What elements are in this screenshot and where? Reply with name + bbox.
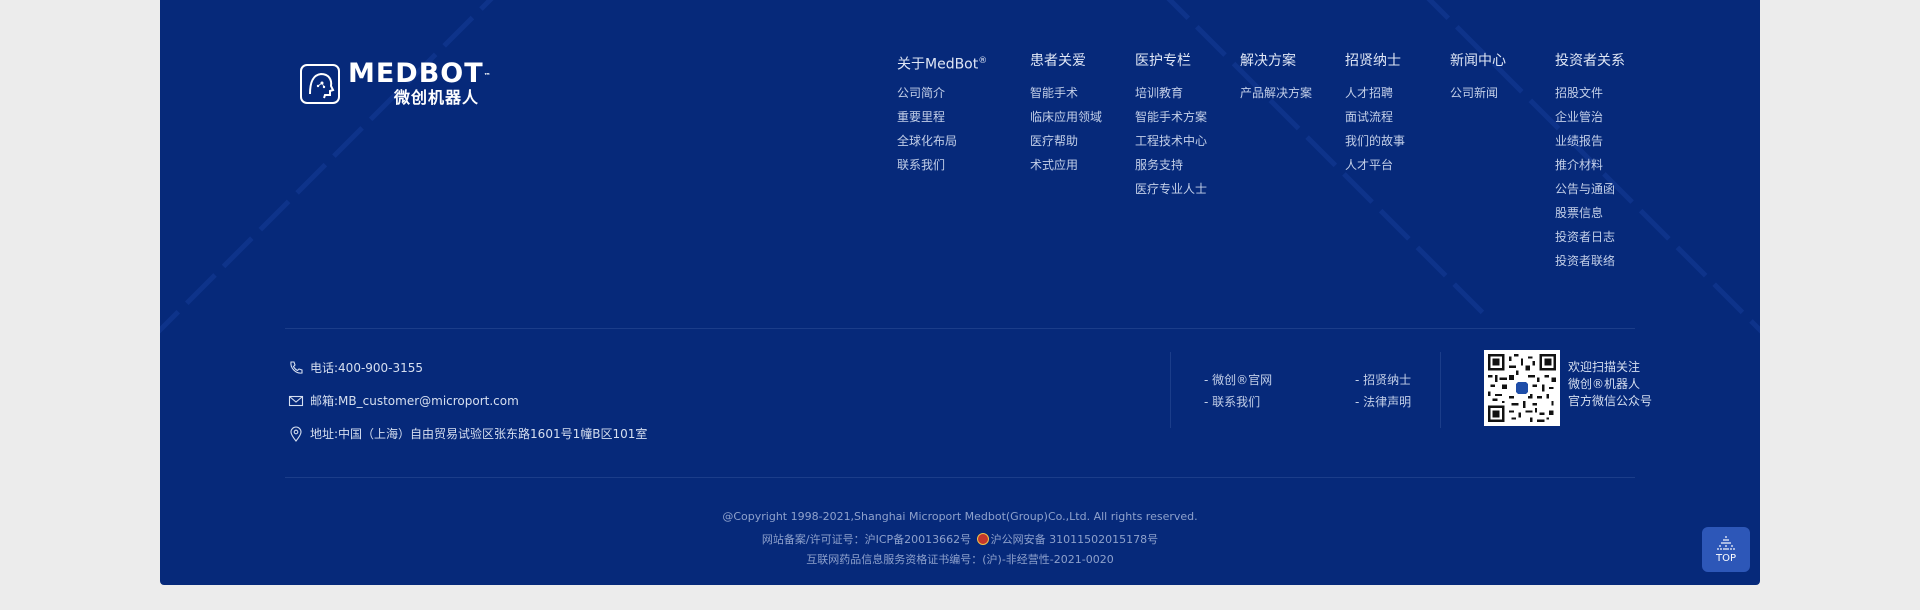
nav-link[interactable]: 投资者日志	[1555, 229, 1625, 245]
mail-icon	[288, 395, 304, 406]
nav-column-careers: 招贤纳士 人才招聘 面试流程 我们的故事 人才平台	[1345, 52, 1405, 181]
phone-number: 电话:400-900-3155	[310, 361, 424, 375]
nav-link[interactable]: 术式应用	[1030, 157, 1102, 173]
site-footer: MEDBOT ™ 微创机器人 关于MedBot® 公司简介 重要里程 全球化布局 …	[160, 0, 1760, 585]
nav-link[interactable]: 产品解决方案	[1240, 85, 1312, 101]
nav-title-investors[interactable]: 投资者关系	[1555, 52, 1625, 70]
icp-license-link[interactable]: 网站备案/许可证号：沪ICP备20013662号	[762, 533, 971, 546]
wechat-qr-code	[1484, 350, 1560, 426]
wechat-follow-text: 欢迎扫描关注 微创®机器人 官方微信公众号	[1568, 360, 1653, 408]
divider	[1440, 352, 1441, 428]
logo-brand-cn: 微创机器人	[394, 88, 480, 107]
nav-title-news[interactable]: 新闻中心	[1450, 52, 1506, 70]
nav-link[interactable]: 培训教育	[1135, 85, 1207, 101]
nav-column-about: 关于MedBot® 公司简介 重要里程 全球化布局 联系我们	[897, 52, 987, 181]
nav-link[interactable]: 服务支持	[1135, 157, 1207, 173]
nav-link[interactable]: 全球化布局	[897, 133, 987, 149]
link-legal-notice[interactable]: - 法律声明	[1355, 393, 1411, 410]
nav-title-about[interactable]: 关于MedBot®	[897, 52, 987, 73]
nav-title-medical-staff[interactable]: 医护专栏	[1135, 52, 1207, 70]
nav-column-patient-care: 患者关爱 智能手术 临床应用领域 医疗帮助 术式应用	[1030, 52, 1102, 181]
nav-link[interactable]: 投资者联络	[1555, 253, 1625, 269]
address: 地址:中国（上海）自由贸易试验区张东路1601号1幢B区101室	[310, 427, 648, 441]
nav-link[interactable]: 公司新闻	[1450, 85, 1506, 101]
nav-column-medical-staff: 医护专栏 培训教育 智能手术方案 工程技术中心 服务支持 医疗专业人士	[1135, 52, 1207, 205]
nav-column-investors: 投资者关系 招股文件 企业管治 业绩报告 推介材料 公告与通函 股票信息 投资者…	[1555, 52, 1625, 277]
nav-link[interactable]: 面试流程	[1345, 109, 1405, 125]
logo-brand-en: MEDBOT	[348, 58, 484, 89]
location-icon	[290, 426, 302, 442]
link-contact-us[interactable]: - 联系我们	[1204, 393, 1260, 410]
back-to-top-button[interactable]: TOP	[1702, 527, 1750, 572]
nav-link[interactable]: 公司简介	[897, 85, 987, 101]
email-address[interactable]: 邮箱:MB_customer@microport.com	[310, 392, 519, 409]
contact-phone: 电话:400-900-3155	[288, 359, 423, 376]
divider	[285, 328, 1635, 329]
nav-link[interactable]: 医疗帮助	[1030, 133, 1102, 149]
nav-title-careers[interactable]: 招贤纳士	[1345, 52, 1405, 70]
nav-link[interactable]: 股票信息	[1555, 205, 1625, 221]
divider	[285, 477, 1635, 478]
phone-icon	[290, 360, 303, 374]
drug-info-license: 互联网药品信息服务资格证书编号：(沪)-非经营性-2021-0020	[806, 553, 1114, 566]
copyright-text: @Copyright 1998-2021,Shanghai Microport …	[722, 510, 1198, 523]
link-recruit[interactable]: - 招贤纳士	[1355, 371, 1411, 388]
nav-link[interactable]: 智能手术	[1030, 85, 1102, 101]
divider	[1170, 352, 1171, 428]
nav-link[interactable]: 业绩报告	[1555, 133, 1625, 149]
public-security-link[interactable]: 沪公网安备 31011502015178号	[991, 533, 1158, 546]
contact-email: 邮箱:MB_customer@microport.com	[288, 392, 519, 409]
nav-link[interactable]: 我们的故事	[1345, 133, 1405, 149]
nav-title-patient-care[interactable]: 患者关爱	[1030, 52, 1102, 70]
nav-link[interactable]: 推介材料	[1555, 157, 1625, 173]
head-logo-icon	[300, 64, 340, 104]
contact-address: 地址:中国（上海）自由贸易试验区张东路1601号1幢B区101室	[288, 425, 647, 442]
nav-link[interactable]: 临床应用领域	[1030, 109, 1102, 125]
nav-column-solutions: 解决方案 产品解决方案	[1240, 52, 1312, 109]
top-label: TOP	[1715, 553, 1736, 564]
icp-info: 网站备案/许可证号：沪ICP备20013662号 沪公网安备 310115020…	[160, 531, 1760, 547]
nav-link[interactable]: 医疗专业人士	[1135, 181, 1207, 197]
nav-link[interactable]: 人才招聘	[1345, 85, 1405, 101]
nav-link[interactable]: 重要里程	[897, 109, 987, 125]
nav-link[interactable]: 公告与通函	[1555, 181, 1625, 197]
nav-link[interactable]: 企业管治	[1555, 109, 1625, 125]
link-official-website[interactable]: - 微创®官网	[1204, 371, 1272, 388]
trademark-mark: ™	[483, 72, 492, 80]
nav-link[interactable]: 招股文件	[1555, 85, 1625, 101]
medbot-logo[interactable]: MEDBOT ™ 微创机器人	[300, 58, 491, 108]
nav-column-news: 新闻中心 公司新闻	[1450, 52, 1506, 109]
nav-link[interactable]: 联系我们	[897, 157, 987, 173]
police-badge-icon	[976, 533, 989, 545]
dotted-arrow-up-icon	[1717, 536, 1735, 550]
nav-link[interactable]: 人才平台	[1345, 157, 1405, 173]
nav-link[interactable]: 工程技术中心	[1135, 133, 1207, 149]
nav-link[interactable]: 智能手术方案	[1135, 109, 1207, 125]
nav-title-solutions[interactable]: 解决方案	[1240, 52, 1312, 70]
